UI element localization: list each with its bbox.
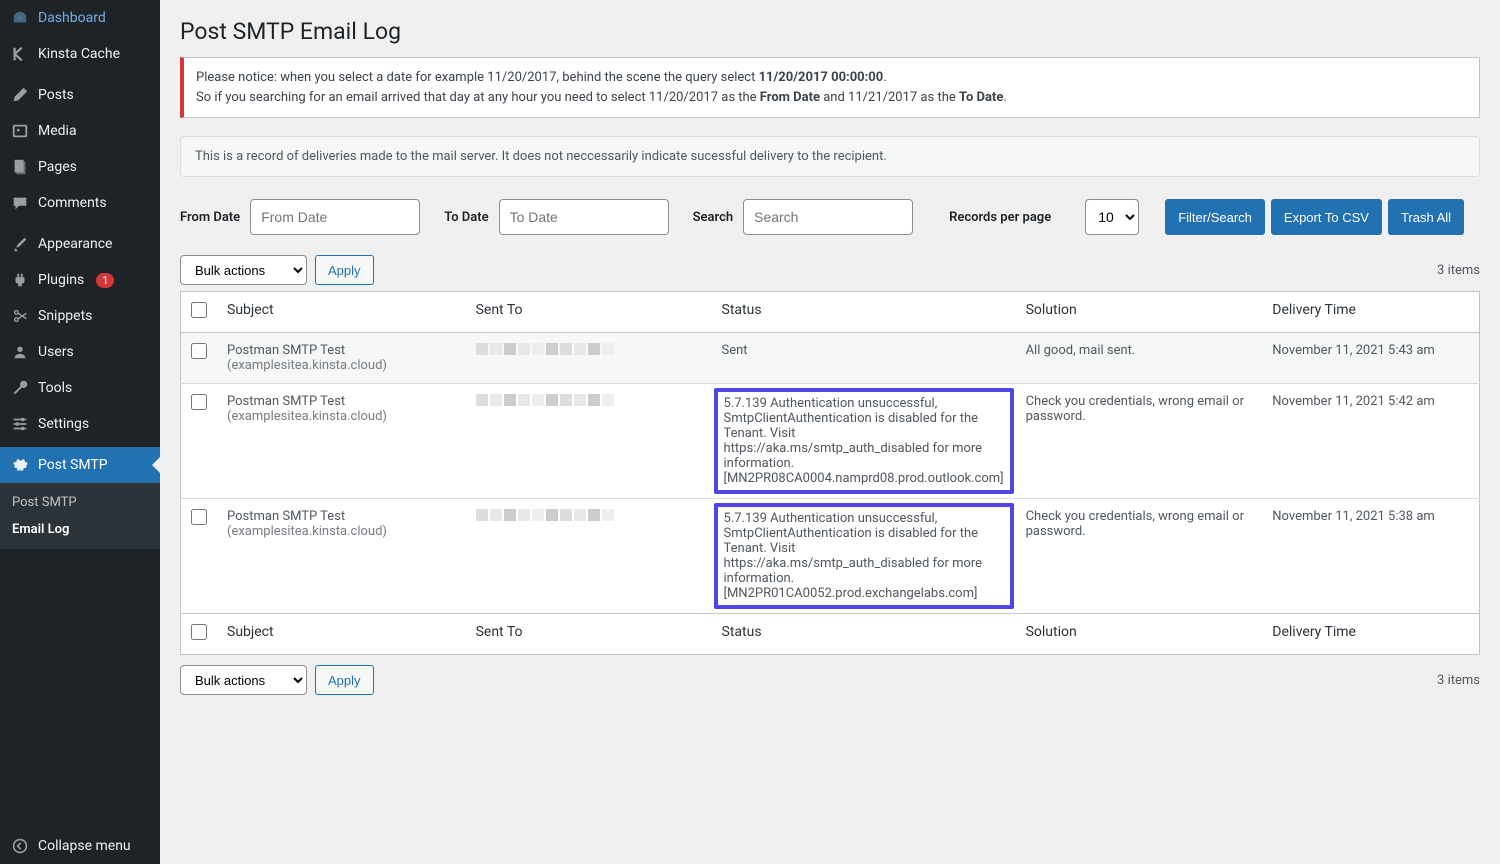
items-count: 3 items (1437, 263, 1480, 278)
tablenav-top: Bulk actions Apply 3 items (180, 255, 1480, 285)
collapse-icon (10, 836, 30, 856)
comment-icon (10, 193, 30, 213)
wrench-icon (10, 378, 30, 398)
submenu-email-log[interactable]: Email Log (0, 516, 160, 543)
items-count-bottom: 3 items (1437, 673, 1480, 688)
menu-pages[interactable]: Pages (0, 149, 160, 185)
collapse-label: Collapse menu (38, 838, 131, 854)
records-select[interactable]: 10 (1085, 199, 1139, 235)
collapse-menu[interactable]: Collapse menu (0, 828, 160, 864)
row-checkbox[interactable] (191, 509, 207, 525)
cell-solution: All good, mail sent. (1016, 333, 1263, 384)
cell-sent-to (466, 499, 712, 614)
menu-plugins[interactable]: Plugins 1 (0, 262, 160, 298)
settings-icon (10, 414, 30, 434)
cell-status: Sent (712, 333, 1016, 384)
col-time[interactable]: Delivery Time (1262, 292, 1479, 333)
row-checkbox[interactable] (191, 343, 207, 359)
cell-sent-to (466, 384, 712, 499)
records-label: Records per page (949, 210, 1051, 225)
col-subject[interactable]: Subject (217, 292, 466, 333)
menu-comments[interactable]: Comments (0, 185, 160, 221)
cell-status: 5.7.139 Authentication unsuccessful, Smt… (712, 384, 1016, 499)
cell-solution: Check you credentials, wrong email or pa… (1016, 384, 1263, 499)
submenu-post-smtp[interactable]: Post SMTP (0, 489, 160, 516)
export-csv-button[interactable]: Export To CSV (1271, 199, 1382, 235)
select-all-checkbox[interactable] (191, 302, 207, 318)
filter-search-button[interactable]: Filter/Search (1165, 199, 1265, 235)
cell-time: November 11, 2021 5:38 am (1262, 499, 1479, 614)
dashboard-icon (10, 8, 30, 28)
cell-sent-to (466, 333, 712, 384)
apply-button-bottom[interactable]: Apply (315, 665, 374, 695)
pin-icon (10, 85, 30, 105)
cell-subject: Postman SMTP Test(examplesitea.kinsta.cl… (217, 333, 466, 384)
users-icon (10, 342, 30, 362)
cell-subject: Postman SMTP Test(examplesitea.kinsta.cl… (217, 384, 466, 499)
menu-posts[interactable]: Posts (0, 77, 160, 113)
bulk-actions-select[interactable]: Bulk actions (180, 255, 307, 285)
from-date-label: From Date (180, 210, 240, 225)
menu-appearance[interactable]: Appearance (0, 226, 160, 262)
submenu: Post SMTP Email Log (0, 483, 160, 549)
email-log-table: Subject Sent To Status Solution Delivery… (180, 291, 1480, 655)
to-date-label: To Date (444, 210, 488, 225)
tablenav-bottom: Bulk actions Apply 3 items (180, 665, 1480, 695)
cell-status: 5.7.139 Authentication unsuccessful, Smt… (712, 499, 1016, 614)
cell-solution: Check you credentials, wrong email or pa… (1016, 499, 1263, 614)
trash-all-button[interactable]: Trash All (1388, 199, 1464, 235)
menu-snippets[interactable]: Snippets (0, 298, 160, 334)
apply-button[interactable]: Apply (315, 255, 374, 285)
menu-kinsta-cache[interactable]: Kinsta Cache (0, 36, 160, 72)
page-title: Post SMTP Email Log (180, 10, 1480, 49)
gear-icon (10, 455, 30, 475)
menu-media[interactable]: Media (0, 113, 160, 149)
scissors-icon (10, 306, 30, 326)
status-highlighted: 5.7.139 Authentication unsuccessful, Smt… (714, 388, 1014, 494)
plugin-icon (10, 270, 30, 290)
description-box: This is a record of deliveries made to t… (180, 136, 1480, 177)
cell-time: November 11, 2021 5:43 am (1262, 333, 1479, 384)
update-badge: 1 (96, 273, 114, 288)
to-date-input[interactable] (499, 199, 669, 235)
bulk-actions-select-bottom[interactable]: Bulk actions (180, 665, 307, 695)
filters-bar: From Date To Date Search Records per pag… (180, 199, 1480, 235)
media-icon (10, 121, 30, 141)
menu-users[interactable]: Users (0, 334, 160, 370)
notice-bold: 11/20/2017 00:00:00 (759, 70, 884, 85)
cell-time: November 11, 2021 5:42 am (1262, 384, 1479, 499)
menu-dashboard[interactable]: Dashboard (0, 0, 160, 36)
page-icon (10, 157, 30, 177)
col-status[interactable]: Status (712, 292, 1016, 333)
menu-post-smtp[interactable]: Post SMTP (0, 447, 160, 483)
notice-text: Please notice: when you select a date fo… (196, 70, 759, 85)
select-all-checkbox-bottom[interactable] (191, 624, 207, 640)
row-checkbox[interactable] (191, 394, 207, 410)
menu-tools[interactable]: Tools (0, 370, 160, 406)
search-input[interactable] (743, 199, 913, 235)
table-row: Postman SMTP Test(examplesitea.kinsta.cl… (181, 384, 1480, 499)
cell-subject: Postman SMTP Test(examplesitea.kinsta.cl… (217, 499, 466, 614)
kinsta-icon (10, 44, 30, 64)
main-content: Post SMTP Email Log Please notice: when … (160, 0, 1500, 864)
notice-box: Please notice: when you select a date fo… (180, 57, 1480, 118)
brush-icon (10, 234, 30, 254)
table-row: Postman SMTP Test(examplesitea.kinsta.cl… (181, 333, 1480, 384)
status-highlighted: 5.7.139 Authentication unsuccessful, Smt… (714, 503, 1014, 609)
admin-sidebar: Dashboard Kinsta Cache Posts Media Pages… (0, 0, 160, 864)
col-solution[interactable]: Solution (1016, 292, 1263, 333)
menu-settings[interactable]: Settings (0, 406, 160, 442)
from-date-input[interactable] (250, 199, 420, 235)
search-label: Search (693, 210, 734, 225)
table-row: Postman SMTP Test(examplesitea.kinsta.cl… (181, 499, 1480, 614)
col-sent-to[interactable]: Sent To (466, 292, 712, 333)
